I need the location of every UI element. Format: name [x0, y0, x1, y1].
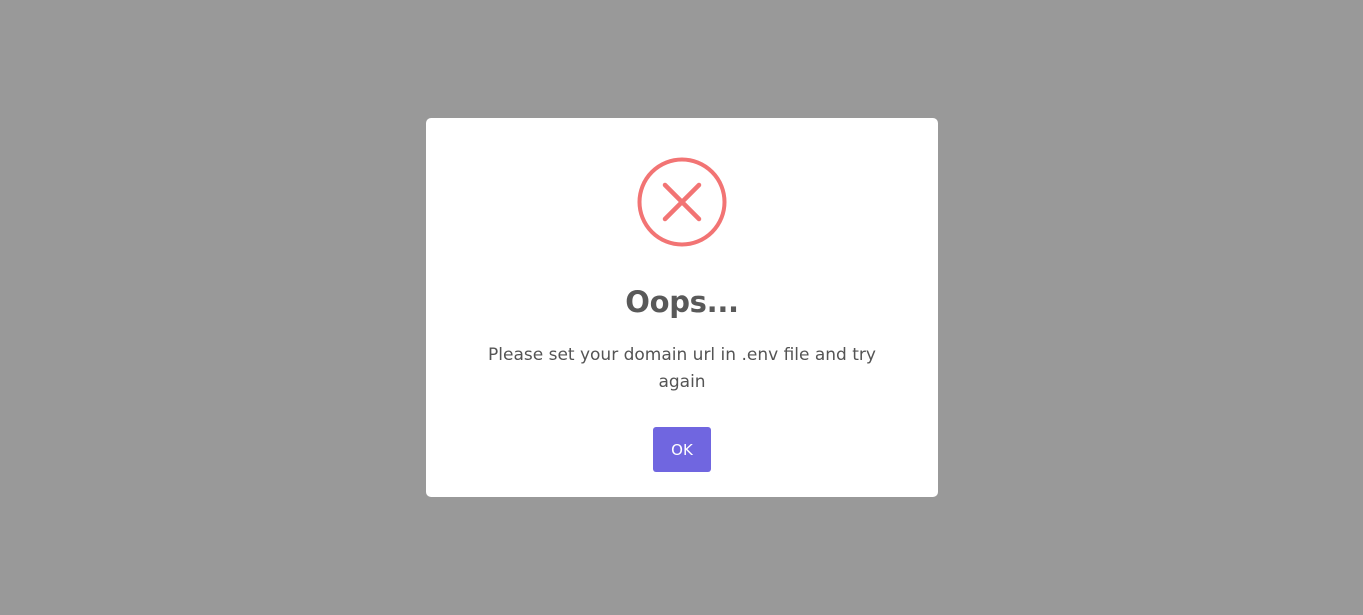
dialog-message: Please set your domain url in .env file …: [488, 345, 876, 392]
error-icon: [636, 156, 728, 248]
error-x-icon: [637, 157, 727, 247]
error-dialog: Oops... Please set your domain url in .e…: [426, 118, 938, 497]
ok-button[interactable]: OK: [653, 427, 711, 472]
modal-backdrop[interactable]: Oops... Please set your domain url in .e…: [0, 0, 1363, 615]
dialog-title: Oops...: [625, 285, 739, 319]
